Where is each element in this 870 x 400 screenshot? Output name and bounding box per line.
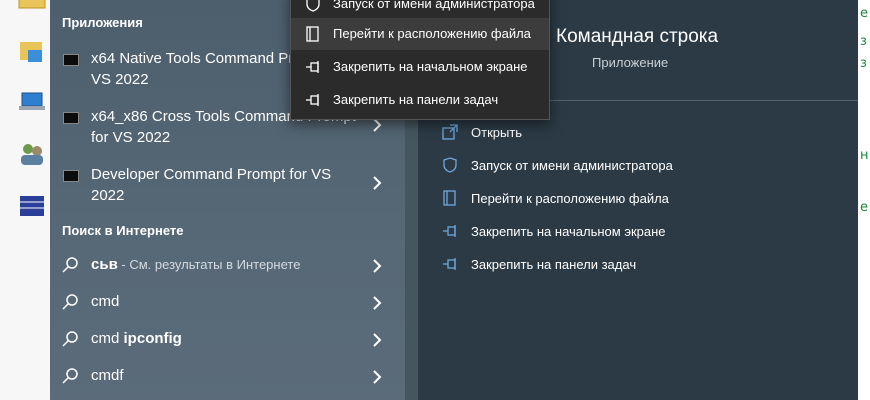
web-result-cmd[interactable]: cmd [50,285,405,321]
context-run-as-admin[interactable]: Запуск от имени администратора [291,0,549,20]
desktop-text: н [860,148,869,163]
search-icon [62,294,78,315]
network-folder-icon[interactable] [18,38,46,66]
action-pin-to-taskbar[interactable]: Закрепить на панели задач [442,252,842,280]
folder-icon[interactable] [18,0,46,18]
context-menu: Запуск от имени администратора Перейти к… [290,0,550,120]
web-result-cmdf[interactable]: cmdf [50,359,405,395]
query-bold: ipconfig [123,330,182,347]
chevron-right-icon[interactable] [372,333,382,347]
folder-icon [442,190,458,206]
pin-icon [305,92,321,108]
context-item-label: Перейти к расположению файла [333,26,531,41]
shield-icon [442,157,458,173]
users-icon[interactable] [18,140,46,168]
detail-subtitle: Приложение [592,55,669,70]
action-open[interactable]: Открыть [442,120,842,148]
query-prefix: cmd [91,330,124,347]
web-search-heading: Поиск в Интернете [62,223,184,238]
folder-icon [305,26,321,42]
context-item-label: Запуск от имени администратора [333,0,535,11]
context-open-file-location[interactable]: Перейти к расположению файла [291,18,549,50]
desktop-background-left [0,0,50,400]
cmd-icon [63,112,79,124]
context-item-label: Закрепить на панели задач [333,92,499,107]
apps-heading: Приложения [62,15,143,30]
search-icon [62,368,78,389]
action-label: Перейти к расположению файла [471,191,669,206]
pin-icon [442,223,458,239]
action-run-as-admin[interactable]: Запуск от имени администратора [442,153,842,181]
web-result-cmd-ipconfig[interactable]: cmd ipconfig [50,322,405,358]
pin-icon [305,59,321,75]
web-result-label: cmd ipconfig [91,330,182,347]
app-label: Developer Command Prompt for VS 2022 [91,166,332,204]
detail-title: Командная строка [556,26,719,47]
network-icon[interactable] [18,192,46,220]
search-icon [62,257,78,278]
cmd-icon [63,170,79,182]
context-pin-to-start[interactable]: Закрепить на начальном экране [291,51,549,83]
web-result-label: cmdf [91,367,124,384]
action-label: Запуск от имени администратора [471,158,673,173]
chevron-right-icon[interactable] [372,296,382,310]
open-icon [442,124,458,140]
context-pin-to-taskbar[interactable]: Закрепить на панели задач [291,84,549,116]
hint-text: - См. результаты в Интернете [117,257,301,272]
search-icon [62,331,78,352]
desktop-background-right: е з з н е [858,0,870,400]
chevron-right-icon[interactable] [372,370,382,384]
action-label: Закрепить на панели задач [471,257,637,272]
desktop-text: е [860,6,868,21]
query-text: сьв [91,256,118,273]
action-open-file-location[interactable]: Перейти к расположению файла [442,186,842,214]
chevron-right-icon[interactable] [372,176,382,190]
cmd-icon [63,54,79,66]
chevron-right-icon[interactable] [372,259,382,273]
action-label: Закрепить на начальном экране [471,224,666,239]
action-pin-to-start[interactable]: Закрепить на начальном экране [442,219,842,247]
web-result-label: сьв - См. результаты в Интернете [91,256,300,273]
web-result-label: cmd [91,293,120,310]
shield-icon [305,0,321,12]
app-result-developer-cmd[interactable]: Developer Command Prompt for VS 2022 [50,160,405,212]
desktop-text: з [860,56,867,71]
chevron-right-icon[interactable] [372,118,382,132]
laptop-icon[interactable] [18,88,46,116]
desktop-text: е [860,200,868,215]
desktop-text: з [860,34,867,49]
pin-icon [442,256,458,272]
context-item-label: Закрепить на начальном экране [333,59,528,74]
web-result-syv[interactable]: сьв - См. результаты в Интернете [50,248,405,284]
action-label: Открыть [471,125,523,140]
